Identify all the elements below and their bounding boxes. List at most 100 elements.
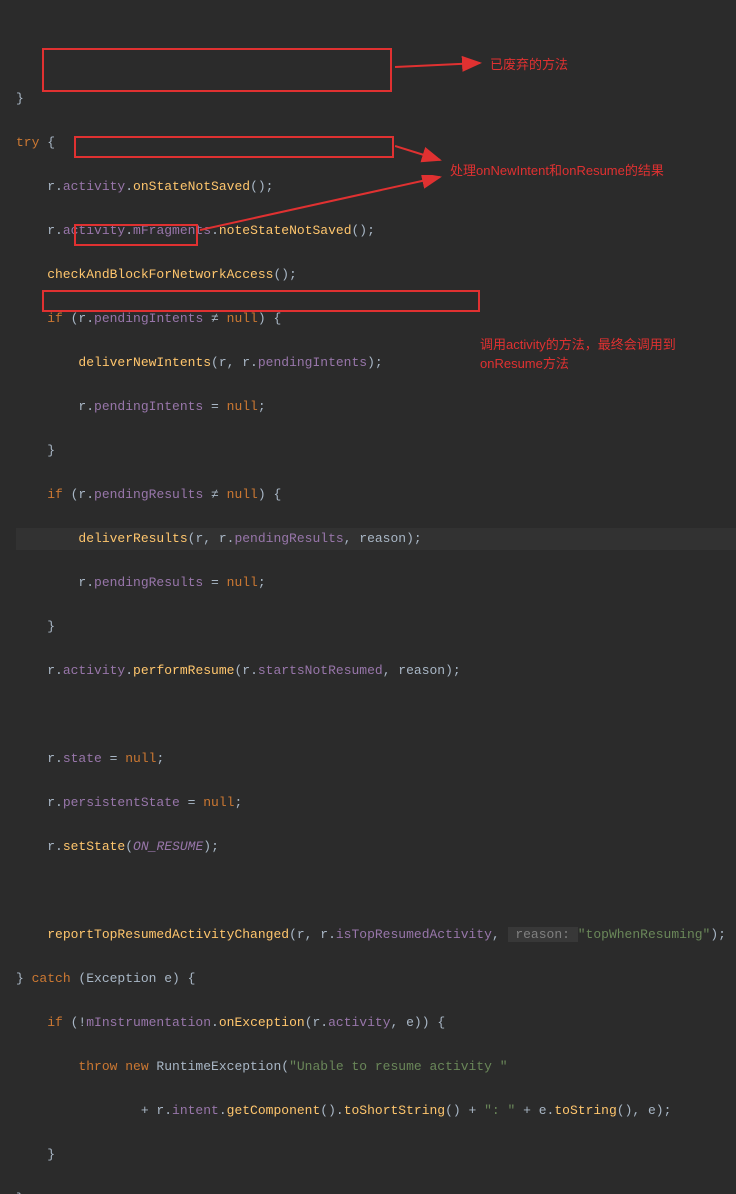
code-text xyxy=(16,531,78,546)
code-field: mInstrumentation xyxy=(86,1015,211,1030)
annotation-onresume: 调用activity的方法，最终会调用到onResume方法 xyxy=(480,334,710,372)
code-text: () + xyxy=(445,1103,484,1118)
code-text: = xyxy=(180,795,203,810)
code-editor[interactable]: } try { r.activity.onStateNotSaved(); r.… xyxy=(0,60,736,1194)
code-text: r. xyxy=(16,399,94,414)
code-string: "topWhenResuming" xyxy=(578,927,711,942)
code-text: r. xyxy=(16,839,63,854)
code-text: ; xyxy=(234,795,242,810)
code-method: setState xyxy=(63,839,125,854)
code-keyword: if xyxy=(16,487,63,502)
code-text: (). xyxy=(320,1103,343,1118)
code-keyword: null xyxy=(227,575,258,590)
code-text: . xyxy=(125,663,133,678)
code-field: pendingIntents xyxy=(94,399,203,414)
code-text: } xyxy=(16,619,55,634)
code-field: pendingResults xyxy=(234,531,343,546)
code-method: toShortString xyxy=(344,1103,445,1118)
code-text: . xyxy=(125,223,133,238)
code-keyword: null xyxy=(203,795,234,810)
code-text: (), e); xyxy=(617,1103,672,1118)
code-field: activity xyxy=(328,1015,390,1030)
code-text: } xyxy=(16,443,55,458)
code-text: , e)) { xyxy=(391,1015,446,1030)
code-field: pendingIntents xyxy=(94,311,203,326)
code-text xyxy=(16,927,47,942)
code-text: ; xyxy=(156,751,164,766)
code-field: pendingResults xyxy=(94,575,203,590)
code-text: (); xyxy=(273,267,296,282)
code-text: } xyxy=(16,91,24,106)
code-text: (r. xyxy=(234,663,257,678)
code-text: ≠ xyxy=(203,311,226,326)
code-const: ON_RESUME xyxy=(133,839,203,854)
annotation-handle-results: 处理onNewIntent和onResume的结果 xyxy=(450,160,664,179)
code-field: intent xyxy=(172,1103,219,1118)
code-text: ; xyxy=(258,399,266,414)
code-method: toString xyxy=(554,1103,616,1118)
code-text: r. xyxy=(16,795,63,810)
code-text: ); xyxy=(203,839,219,854)
code-keyword: throw new xyxy=(16,1059,149,1074)
code-text: . xyxy=(211,223,219,238)
code-text: (); xyxy=(250,179,273,194)
code-text: RuntimeException xyxy=(149,1059,282,1074)
code-method: getComponent xyxy=(227,1103,321,1118)
code-field: activity xyxy=(63,663,125,678)
code-text: { xyxy=(39,135,55,150)
code-text: = xyxy=(203,575,226,590)
code-keyword: null xyxy=(227,399,258,414)
code-text: . xyxy=(219,1103,227,1118)
code-text: (r. xyxy=(305,1015,328,1030)
code-text: r. xyxy=(16,223,63,238)
code-field: persistentState xyxy=(63,795,180,810)
code-keyword: catch xyxy=(32,971,71,986)
code-text: ); xyxy=(367,355,383,370)
code-field: isTopResumedActivity xyxy=(336,927,492,942)
code-string: "Unable to resume activity " xyxy=(289,1059,507,1074)
code-text: (); xyxy=(352,223,375,238)
code-method: reportTopResumedActivityChanged xyxy=(47,927,289,942)
code-method: checkAndBlockForNetworkAccess xyxy=(16,267,273,282)
code-text: ; xyxy=(258,575,266,590)
code-method: deliverNewIntents xyxy=(78,355,211,370)
code-text: } xyxy=(16,1191,24,1194)
code-keyword: if xyxy=(16,1015,63,1030)
code-text: ( xyxy=(125,839,133,854)
code-text: } xyxy=(16,1147,55,1162)
code-method: noteStateNotSaved xyxy=(219,223,352,238)
code-field: pendingResults xyxy=(94,487,203,502)
code-text: ≠ xyxy=(203,487,226,502)
code-text: + r. xyxy=(16,1103,172,1118)
code-field: activity xyxy=(63,223,125,238)
code-text: (r, r. xyxy=(211,355,258,370)
code-method: onException xyxy=(219,1015,305,1030)
code-text: = xyxy=(203,399,226,414)
code-keyword: null xyxy=(227,487,258,502)
code-text: . xyxy=(125,179,133,194)
code-text: ); xyxy=(710,927,726,942)
code-text: } xyxy=(16,971,32,986)
code-text: , reason); xyxy=(344,531,422,546)
code-text: (r, r. xyxy=(289,927,336,942)
code-text: (r. xyxy=(63,311,94,326)
code-text: r. xyxy=(16,575,94,590)
code-text: r. xyxy=(16,751,63,766)
code-field: startsNotResumed xyxy=(258,663,383,678)
code-text: (r. xyxy=(63,487,94,502)
code-text: . xyxy=(211,1015,219,1030)
code-text: (r, r. xyxy=(188,531,235,546)
code-text: = xyxy=(102,751,125,766)
code-field: state xyxy=(63,751,102,766)
code-text: + e. xyxy=(515,1103,554,1118)
code-string: ": " xyxy=(484,1103,515,1118)
code-param-hint: reason: xyxy=(508,927,578,942)
code-keyword: if xyxy=(16,311,63,326)
code-keyword: null xyxy=(227,311,258,326)
code-text: r. xyxy=(16,179,63,194)
code-text: r. xyxy=(16,663,63,678)
code-keyword: null xyxy=(125,751,156,766)
code-text: (! xyxy=(63,1015,86,1030)
code-field: pendingIntents xyxy=(258,355,367,370)
code-field: mFragments xyxy=(133,223,211,238)
